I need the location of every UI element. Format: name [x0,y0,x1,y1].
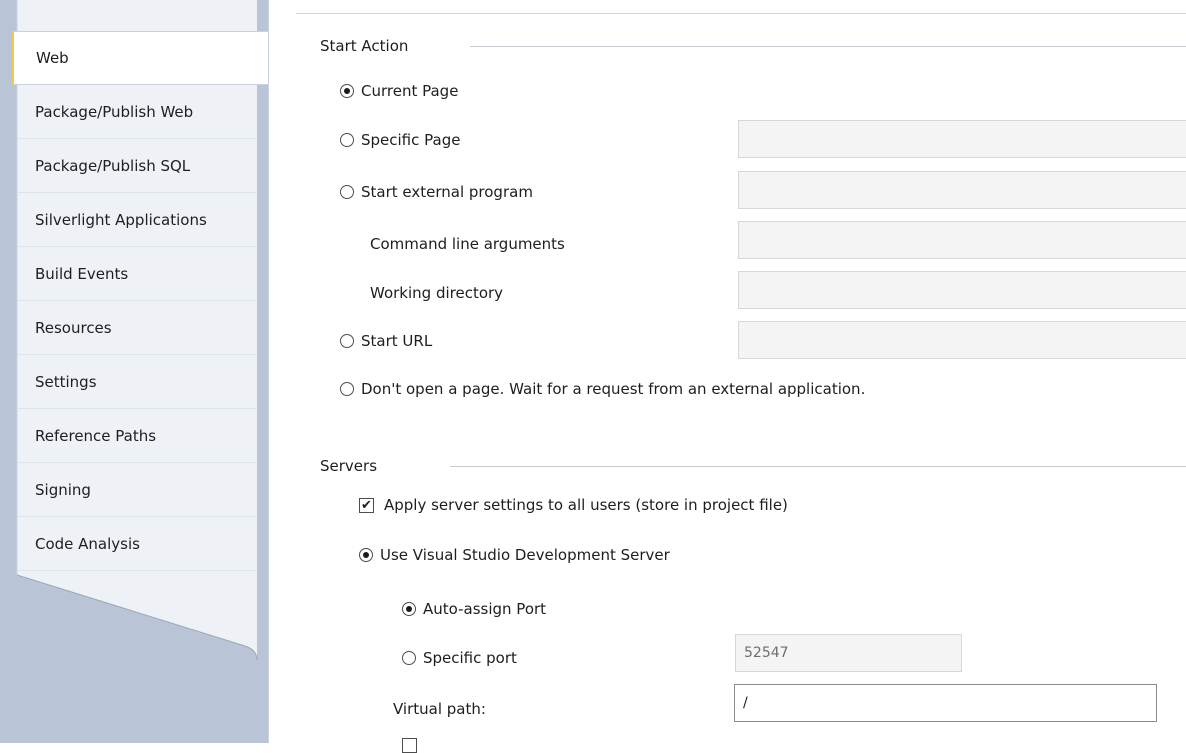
external-program-input[interactable] [738,171,1186,209]
radio-label: Specific Page [361,131,461,149]
tab-label: Silverlight Applications [35,210,207,229]
working-directory-label: Working directory [370,284,504,302]
radio-label: Start URL [361,332,433,350]
radio-icon [340,382,354,396]
radio-auto-assign-port[interactable]: Auto-assign Port [402,600,546,618]
tab-resources[interactable]: Resources [17,301,257,355]
tab-label: Reference Paths [35,426,157,445]
servers-divider [450,466,1186,467]
tab-label: Package/Publish SQL [35,156,191,175]
radio-icon [340,185,354,199]
radio-label: Start external program [361,183,533,201]
tab-build-events[interactable]: Build Events [17,247,257,301]
tab-label: Package/Publish Web [35,102,194,121]
radio-use-vs-dev-server[interactable]: Use Visual Studio Development Server [359,546,670,564]
radio-label: Current Page [361,82,459,100]
virtual-path-input[interactable] [734,684,1157,722]
radio-label: Auto-assign Port [423,600,547,618]
tab-signing[interactable]: Signing [17,463,257,517]
radio-specific-page[interactable]: Specific Page [340,131,460,149]
tab-label: Resources [35,318,112,337]
tab-rail: Web Package/Publish Web Package/Publish … [0,0,268,743]
radio-current-page[interactable]: Current Page [340,82,458,100]
start-url-input[interactable] [738,321,1186,359]
tab-package-publish-sql[interactable]: Package/Publish SQL [17,139,257,193]
working-directory-input[interactable] [738,271,1186,309]
tab-label: Web [36,49,69,67]
radio-start-url[interactable]: Start URL [340,332,432,350]
panel-top-border [296,13,1186,14]
radio-selected-icon [402,602,416,616]
radio-icon [402,651,416,665]
tab-reference-paths[interactable]: Reference Paths [17,409,257,463]
radio-label: Don't open a page. Wait for a request fr… [361,380,866,398]
tab-label: Signing [35,480,91,499]
specific-port-input[interactable] [735,634,962,672]
radio-specific-port[interactable]: Specific port [402,649,517,667]
start-action-divider [470,46,1186,47]
radio-label: Specific port [423,649,517,667]
radio-label: Use Visual Studio Development Server [380,546,670,564]
radio-selected-icon [359,548,373,562]
radio-icon [340,133,354,147]
tab-code-analysis[interactable]: Code Analysis [17,517,257,571]
checkbox-icon[interactable] [402,738,417,753]
tab-label: Code Analysis [35,534,140,553]
start-action-title: Start Action [320,37,409,55]
radio-icon [340,334,354,348]
specific-page-input[interactable] [738,120,1186,158]
tab-label: Build Events [35,264,129,283]
command-line-arguments-label: Command line arguments [370,235,565,253]
radio-selected-icon [340,84,354,98]
checkbox-label: Apply server settings to all users (stor… [384,496,788,514]
tab-settings[interactable]: Settings [17,355,257,409]
checkmark-icon: ✔ [359,497,374,513]
servers-title: Servers [320,457,378,475]
apply-server-settings-checkbox[interactable]: ✔ Apply server settings to all users (st… [359,496,788,514]
tab-label: Settings [35,372,97,391]
radio-start-external-program[interactable]: Start external program [340,183,533,201]
command-line-arguments-input[interactable] [738,221,1186,259]
tab-package-publish-web[interactable]: Package/Publish Web [17,85,257,139]
virtual-path-label: Virtual path: [393,700,486,718]
web-properties-panel: Start Action Current Page Specific Page … [268,0,1186,753]
radio-dont-open-page[interactable]: Don't open a page. Wait for a request fr… [340,380,865,398]
tab-silverlight-applications[interactable]: Silverlight Applications [17,193,257,247]
tab-web[interactable]: Web [12,31,268,85]
